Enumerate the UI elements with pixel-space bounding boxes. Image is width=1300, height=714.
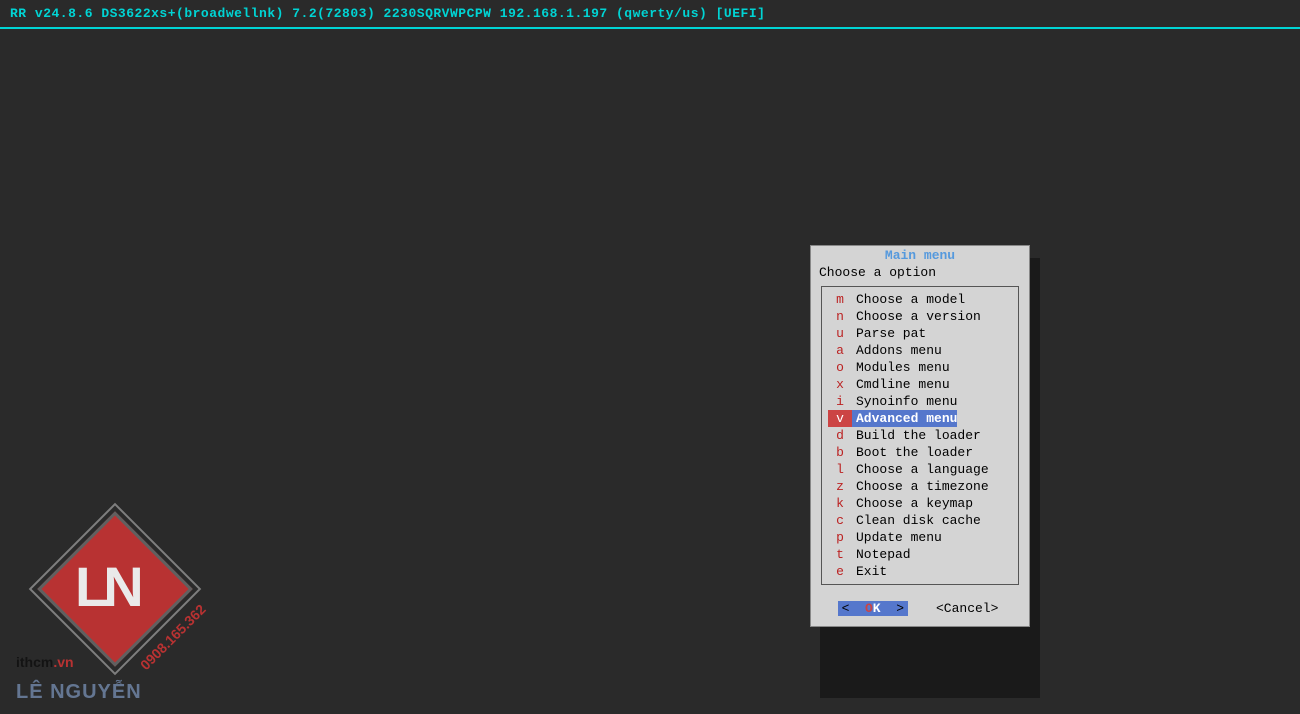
menu-item-key: a bbox=[828, 342, 852, 359]
menu-item-key: k bbox=[828, 495, 852, 512]
menu-item-p[interactable]: pUpdate menu bbox=[822, 529, 1018, 546]
menu-item-u[interactable]: uParse pat bbox=[822, 325, 1018, 342]
watermark-logo: LN ithcm.vn 0908.165.362 LÊ NGUYỄN bbox=[10, 514, 190, 704]
menu-item-label: Clean disk cache bbox=[852, 512, 981, 529]
menu-item-key: l bbox=[828, 461, 852, 478]
menu-item-key: e bbox=[828, 563, 852, 580]
menu-item-key: u bbox=[828, 325, 852, 342]
watermark-letters: LN bbox=[75, 554, 138, 619]
menu-item-z[interactable]: zChoose a timezone bbox=[822, 478, 1018, 495]
menu-item-a[interactable]: aAddons menu bbox=[822, 342, 1018, 359]
menu-item-label: Build the loader bbox=[852, 427, 981, 444]
menu-item-label: Update menu bbox=[852, 529, 942, 546]
menu-item-b[interactable]: bBoot the loader bbox=[822, 444, 1018, 461]
watermark-name: LÊ NGUYỄN bbox=[16, 681, 142, 704]
cancel-button[interactable]: <Cancel> bbox=[932, 601, 1002, 616]
dialog-button-row: < OK > <Cancel> bbox=[811, 593, 1029, 626]
menu-item-key: p bbox=[828, 529, 852, 546]
menu-item-label: Cmdline menu bbox=[852, 376, 950, 393]
menu-item-label: Advanced menu bbox=[852, 410, 957, 427]
menu-item-label: Modules menu bbox=[852, 359, 950, 376]
menu-item-label: Choose a keymap bbox=[852, 495, 973, 512]
menu-listbox: mChoose a modelnChoose a versionuParse p… bbox=[821, 286, 1019, 585]
menu-item-key: n bbox=[828, 308, 852, 325]
menu-item-key: d bbox=[828, 427, 852, 444]
menu-item-x[interactable]: xCmdline menu bbox=[822, 376, 1018, 393]
menu-item-m[interactable]: mChoose a model bbox=[822, 291, 1018, 308]
menu-item-i[interactable]: iSynoinfo menu bbox=[822, 393, 1018, 410]
menu-item-key: i bbox=[828, 393, 852, 410]
menu-item-label: Choose a version bbox=[852, 308, 981, 325]
menu-item-label: Choose a model bbox=[852, 291, 965, 308]
menu-item-label: Addons menu bbox=[852, 342, 942, 359]
header-status-line: RR v24.8.6 DS3622xs+(broadwellnk) 7.2(72… bbox=[0, 0, 1300, 29]
menu-item-n[interactable]: nChoose a version bbox=[822, 308, 1018, 325]
menu-item-key: t bbox=[828, 546, 852, 563]
watermark-site: ithcm.vn bbox=[16, 654, 74, 670]
menu-item-l[interactable]: lChoose a language bbox=[822, 461, 1018, 478]
menu-item-label: Choose a timezone bbox=[852, 478, 989, 495]
menu-item-e[interactable]: eExit bbox=[822, 563, 1018, 580]
menu-item-t[interactable]: tNotepad bbox=[822, 546, 1018, 563]
menu-item-k[interactable]: kChoose a keymap bbox=[822, 495, 1018, 512]
menu-item-key: b bbox=[828, 444, 852, 461]
menu-item-key: m bbox=[828, 291, 852, 308]
menu-item-key: x bbox=[828, 376, 852, 393]
menu-item-label: Exit bbox=[852, 563, 887, 580]
menu-item-label: Choose a language bbox=[852, 461, 989, 478]
ok-arrow-left-icon: < bbox=[842, 601, 865, 616]
menu-item-d[interactable]: dBuild the loader bbox=[822, 427, 1018, 444]
main-menu-dialog: Main menu Choose a option mChoose a mode… bbox=[810, 245, 1030, 627]
menu-item-key: o bbox=[828, 359, 852, 376]
menu-item-label: Notepad bbox=[852, 546, 911, 563]
menu-item-o[interactable]: oModules menu bbox=[822, 359, 1018, 376]
menu-item-label: Synoinfo menu bbox=[852, 393, 957, 410]
menu-item-v[interactable]: vAdvanced menu bbox=[822, 410, 1018, 427]
dialog-title: Main menu bbox=[811, 246, 1029, 265]
dialog-prompt: Choose a option bbox=[811, 265, 1029, 284]
menu-item-c[interactable]: cClean disk cache bbox=[822, 512, 1018, 529]
menu-item-key: c bbox=[828, 512, 852, 529]
ok-arrow-right-icon: > bbox=[881, 601, 904, 616]
ok-button[interactable]: < OK > bbox=[838, 601, 908, 616]
menu-item-label: Parse pat bbox=[852, 325, 926, 342]
menu-item-key: v bbox=[828, 410, 852, 427]
menu-item-key: z bbox=[828, 478, 852, 495]
menu-item-label: Boot the loader bbox=[852, 444, 973, 461]
